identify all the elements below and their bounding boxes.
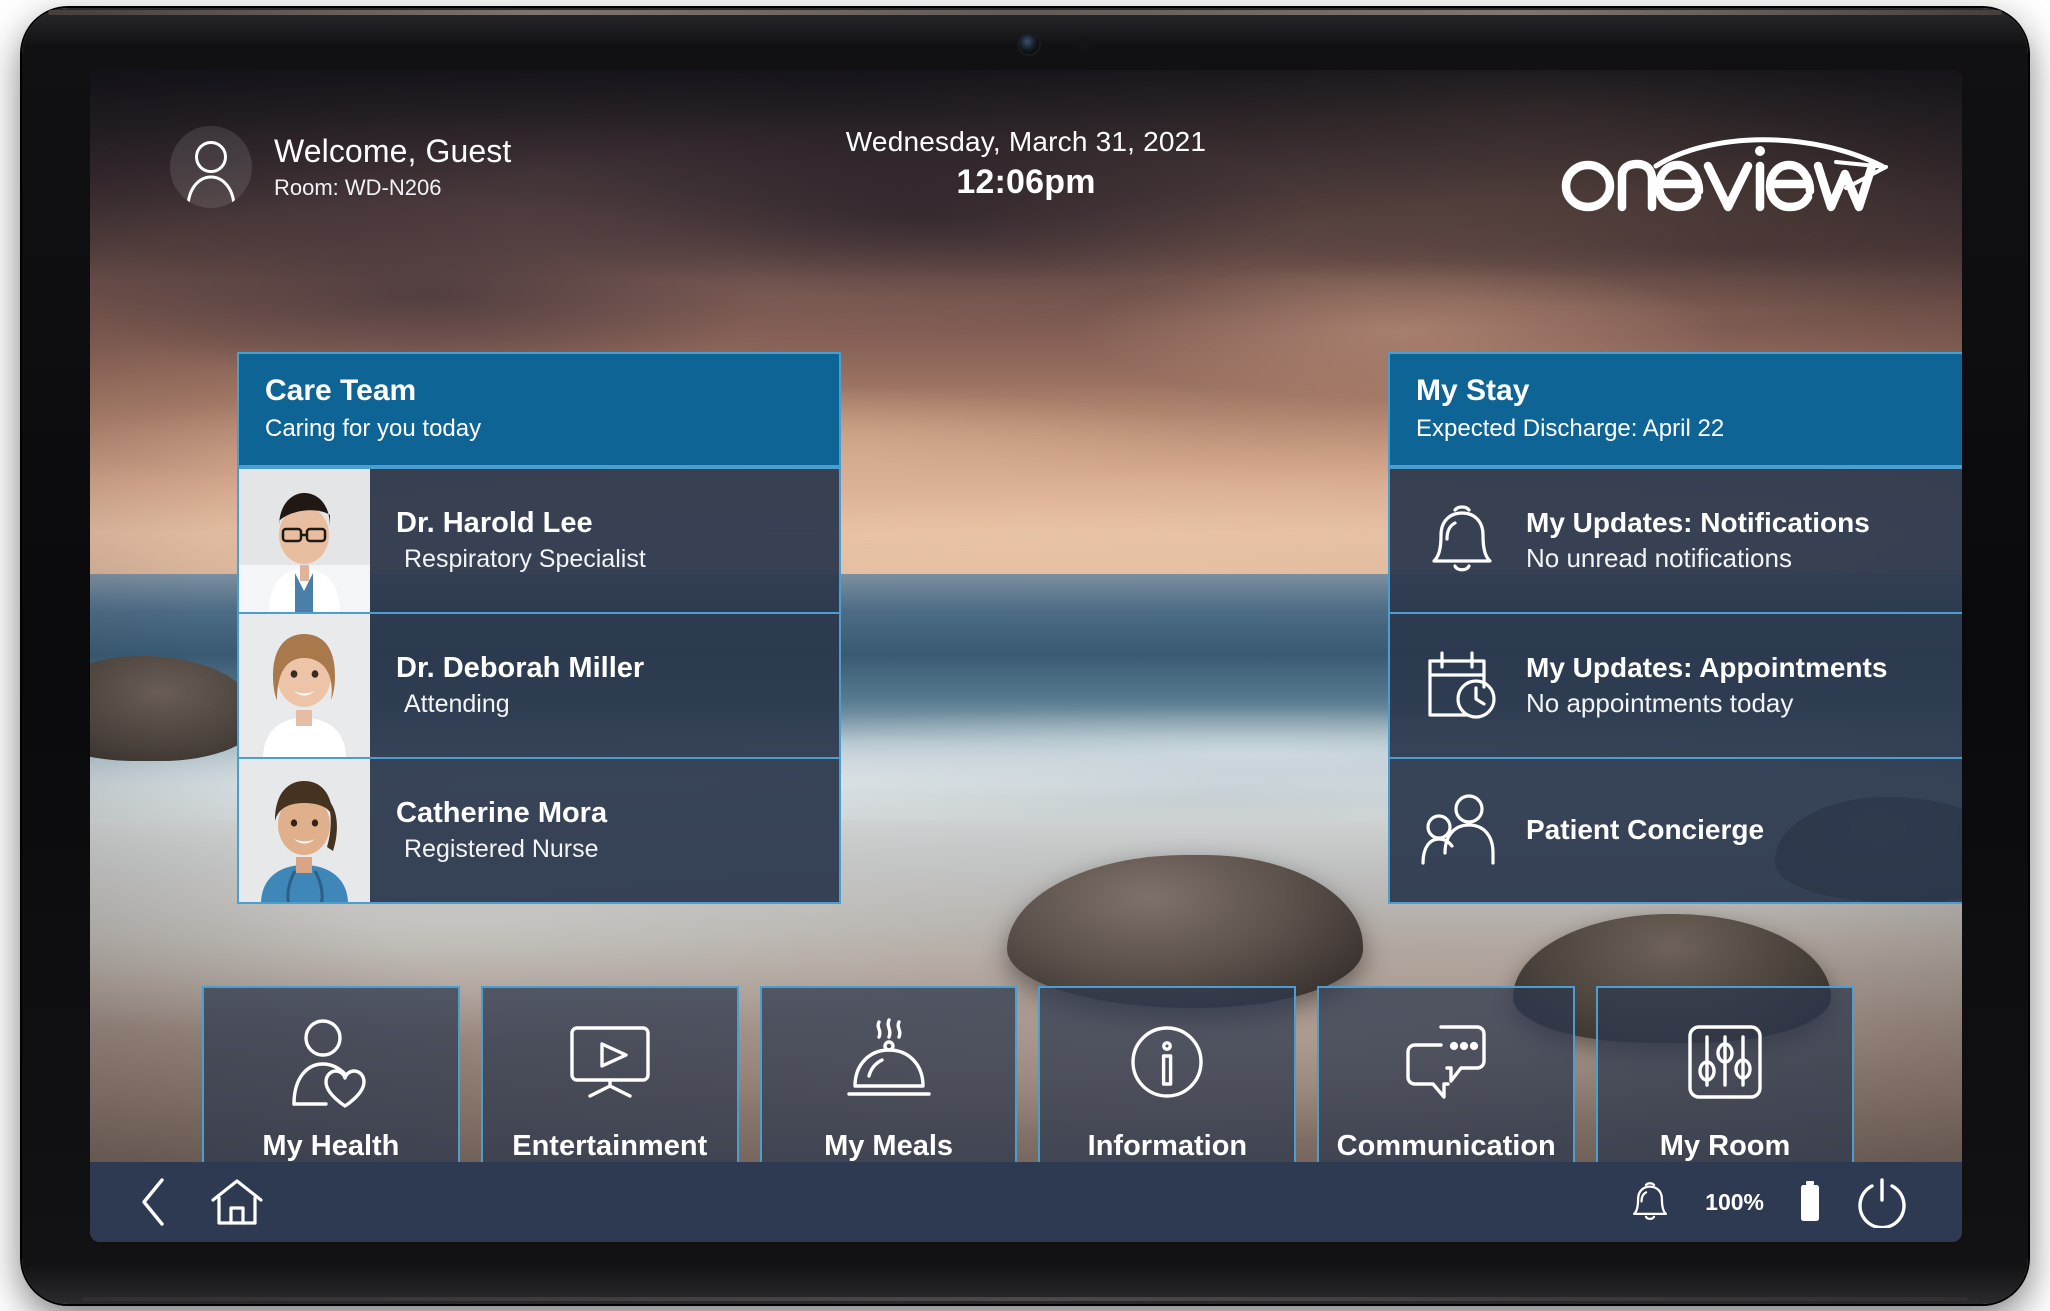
tile-my-meals[interactable]: My Meals	[759, 986, 1018, 1186]
bell-icon[interactable]	[1629, 1179, 1671, 1225]
care-team-member-name: Dr. Deborah Miller	[396, 651, 645, 684]
care-team-header: Care Team Caring for you today	[239, 354, 839, 467]
ambient-light-sensor	[1077, 38, 1090, 51]
care-team-member-name: Dr. Harold Lee	[396, 506, 593, 539]
person-heart-icon	[288, 1014, 374, 1110]
power-icon[interactable]	[1856, 1176, 1908, 1228]
my-stay-subtitle: Expected Discharge: April 22	[1416, 414, 1725, 442]
my-stay-panel: My Stay Expected Discharge: April 22 My …	[1388, 352, 1962, 904]
battery-full-icon	[1798, 1180, 1822, 1224]
care-team-subtitle: Caring for you today	[265, 414, 482, 442]
two-people-icon	[1408, 793, 1516, 867]
my-updates-notifications-row[interactable]: My Updates: Notifications No unread noti…	[1390, 466, 1962, 612]
tile-label: My Room	[1659, 1130, 1791, 1162]
my-updates-notifications-title: My Updates: Notifications	[1526, 507, 1870, 539]
tile-label: My Health	[262, 1130, 400, 1162]
tablet-screen: Welcome, Guest Room: WD-N206 Wednesday, …	[90, 70, 1962, 1242]
current-time: 12:06pm	[956, 163, 1096, 201]
sliders-icon	[1682, 1014, 1768, 1110]
patient-concierge-title: Patient Concierge	[1526, 814, 1765, 846]
tile-label: Entertainment	[512, 1130, 708, 1162]
current-date: Wednesday, March 31, 2021	[845, 126, 1207, 157]
tile-communication[interactable]: Communication	[1317, 986, 1576, 1186]
tile-my-room[interactable]: My Room	[1596, 986, 1854, 1186]
screen-header: Welcome, Guest Room: WD-N206 Wednesday, …	[90, 70, 1962, 256]
care-team-member-photo	[239, 758, 370, 902]
care-team-member-row[interactable]: Catherine Mora Registered Nurse	[239, 756, 839, 902]
back-chevron-icon[interactable]	[136, 1176, 170, 1228]
tile-label: Information	[1087, 1130, 1248, 1162]
care-team-member-name: Catherine Mora	[396, 796, 608, 829]
front-camera	[1019, 34, 1039, 54]
tile-label: Communication	[1336, 1130, 1556, 1162]
my-updates-appointments-title: My Updates: Appointments	[1526, 652, 1888, 684]
tile-my-health[interactable]: My Health	[202, 986, 460, 1186]
date-time-block: Wednesday, March 31, 2021 12:06pm	[846, 126, 1206, 202]
care-team-panel: Care Team Caring for you today Dr. Harol…	[237, 352, 841, 904]
my-updates-notifications-sub: No unread notifications	[1526, 542, 1792, 573]
care-team-member-row[interactable]: Dr. Deborah Miller Attending	[239, 611, 839, 757]
battery-percent-label: 100%	[1705, 1188, 1764, 1215]
room-label: Room: WD-N206	[274, 174, 442, 200]
my-stay-title: My Stay	[1416, 374, 1530, 407]
tile-label: My Meals	[824, 1130, 954, 1162]
care-team-member-photo	[239, 613, 370, 757]
home-icon[interactable]	[210, 1177, 264, 1227]
bottom-toolbar: 100%	[90, 1162, 1962, 1242]
tablet-device: Welcome, Guest Room: WD-N206 Wednesday, …	[22, 8, 2028, 1304]
calendar-clock-icon	[1408, 647, 1516, 723]
patient-concierge-row[interactable]: Patient Concierge	[1390, 756, 1962, 902]
care-team-member-row[interactable]: Dr. Harold Lee Respiratory Specialist	[239, 466, 839, 612]
my-stay-header: My Stay Expected Discharge: April 22	[1390, 354, 1962, 467]
tile-entertainment[interactable]: Entertainment	[480, 986, 739, 1186]
info-circle-icon	[1125, 1014, 1209, 1110]
chat-bubbles-icon	[1399, 1014, 1493, 1110]
care-team-title: Care Team	[265, 374, 417, 407]
welcome-label: Welcome, Guest	[274, 132, 512, 169]
user-info[interactable]: Welcome, Guest Room: WD-N206	[170, 126, 511, 208]
tile-information[interactable]: Information	[1038, 986, 1297, 1186]
my-updates-appointments-sub: No appointments today	[1526, 687, 1794, 718]
my-updates-appointments-row[interactable]: My Updates: Appointments No appointments…	[1390, 611, 1962, 757]
main-navigation-tiles: My Health Entertainment My Meals Informa…	[202, 986, 1854, 1186]
tv-play-icon	[564, 1014, 656, 1110]
food-cloche-icon	[843, 1014, 935, 1110]
care-team-member-role: Respiratory Specialist	[404, 545, 646, 574]
bell-icon	[1408, 501, 1516, 579]
care-team-member-photo	[239, 468, 370, 612]
user-avatar-icon	[170, 126, 252, 208]
care-team-member-role: Attending	[404, 690, 510, 719]
care-team-member-role: Registered Nurse	[404, 835, 599, 864]
oneview-logo	[1560, 122, 1890, 214]
